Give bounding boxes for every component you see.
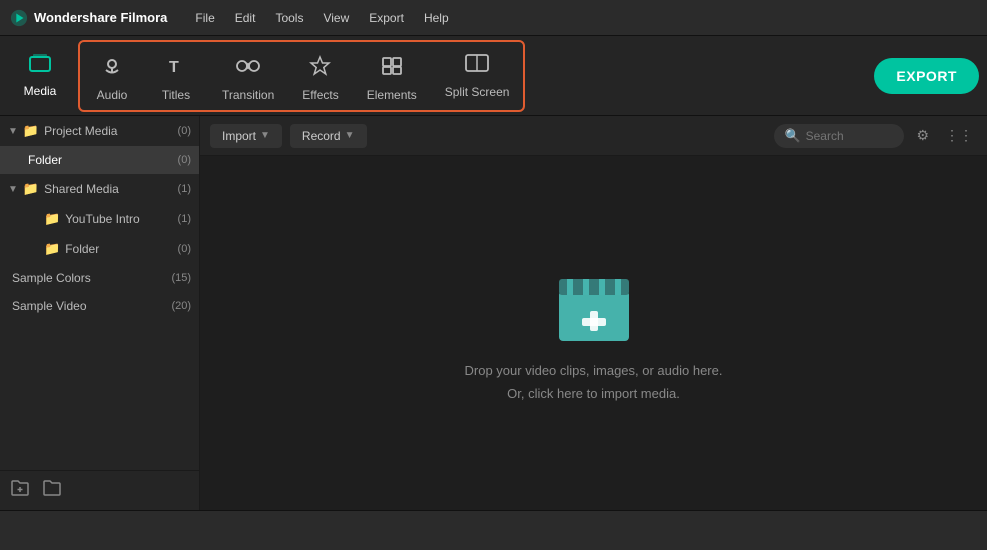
chevron-down-icon: ▼ bbox=[8, 126, 18, 137]
sidebar-item-sample-video[interactable]: Sample Video (20) bbox=[0, 292, 199, 320]
folder-icon-2: 📁 bbox=[23, 181, 39, 197]
sidebar-item-shared-media[interactable]: ▼ 📁 Shared Media (1) bbox=[0, 174, 199, 204]
svg-text:T: T bbox=[169, 59, 179, 76]
split-screen-icon bbox=[464, 52, 490, 80]
filter-icon[interactable]: ⚙ bbox=[912, 125, 933, 146]
sidebar-item-folder[interactable]: Folder (0) bbox=[0, 146, 199, 174]
record-button[interactable]: Record ▼ bbox=[290, 124, 367, 148]
toolbar: Media Audio T Titles bbox=[0, 36, 987, 116]
folder-icon: 📁 bbox=[23, 123, 39, 139]
grid-view-icon[interactable]: ⋮⋮ bbox=[941, 125, 977, 146]
effects-icon bbox=[309, 55, 331, 83]
sidebar-item-youtube-intro[interactable]: 📁 YouTube Intro (1) bbox=[0, 204, 199, 234]
import-button[interactable]: Import ▼ bbox=[210, 124, 282, 148]
menu-file[interactable]: File bbox=[187, 7, 222, 29]
sidebar-item-sample-colors[interactable]: Sample Colors (15) bbox=[0, 264, 199, 292]
toolbar-audio[interactable]: Audio bbox=[80, 42, 144, 110]
transition-icon bbox=[236, 55, 260, 83]
menu-tools[interactable]: Tools bbox=[267, 7, 311, 29]
elements-icon bbox=[380, 55, 404, 83]
search-icon: 🔍 bbox=[784, 128, 800, 144]
search-box[interactable]: 🔍 bbox=[774, 124, 904, 148]
export-button[interactable]: EXPORT bbox=[874, 58, 979, 94]
audio-icon bbox=[101, 55, 123, 83]
sidebar-item-folder2[interactable]: 📁 Folder (0) bbox=[0, 234, 199, 264]
menu-bar: File Edit Tools View Export Help bbox=[187, 7, 456, 29]
folder-icon-3: 📁 bbox=[44, 211, 60, 227]
content-toolbar: Import ▼ Record ▼ 🔍 ⚙ ⋮⋮ bbox=[200, 116, 987, 156]
menu-help[interactable]: Help bbox=[416, 7, 457, 29]
toolbar-media[interactable]: Media bbox=[8, 45, 72, 106]
toolbar-transition[interactable]: Transition bbox=[208, 42, 288, 110]
toolbar-bordered-group: Audio T Titles Transition bbox=[78, 40, 525, 112]
bottom-bar bbox=[0, 510, 987, 550]
main-area: ▼ 📁 Project Media (0) Folder (0) ▼ 📁 Sha… bbox=[0, 116, 987, 510]
chevron-down-icon-2: ▼ bbox=[8, 184, 18, 195]
drop-zone[interactable]: Drop your video clips, images, or audio … bbox=[200, 156, 987, 510]
drop-zone-text: Drop your video clips, images, or audio … bbox=[465, 360, 723, 404]
sidebar-item-project-media[interactable]: ▼ 📁 Project Media (0) bbox=[0, 116, 199, 146]
sidebar: ▼ 📁 Project Media (0) Folder (0) ▼ 📁 Sha… bbox=[0, 116, 200, 510]
content-panel: Import ▼ Record ▼ 🔍 ⚙ ⋮⋮ bbox=[200, 116, 987, 510]
new-folder-icon[interactable] bbox=[42, 479, 62, 502]
collapse-sidebar-button[interactable]: ◀ bbox=[199, 301, 200, 325]
titles-icon: T bbox=[165, 55, 187, 83]
media-icon bbox=[28, 53, 52, 79]
clapper-icon bbox=[549, 261, 639, 346]
menu-view[interactable]: View bbox=[315, 7, 357, 29]
add-folder-icon[interactable] bbox=[10, 479, 30, 502]
folder-icon-4: 📁 bbox=[44, 241, 60, 257]
search-input[interactable] bbox=[806, 129, 896, 143]
app-logo: Wondershare Filmora bbox=[10, 9, 167, 27]
toolbar-split-screen[interactable]: Split Screen bbox=[431, 42, 524, 110]
title-bar: Wondershare Filmora File Edit Tools View… bbox=[0, 0, 987, 36]
toolbar-titles[interactable]: T Titles bbox=[144, 42, 208, 110]
toolbar-effects[interactable]: Effects bbox=[288, 42, 352, 110]
record-dropdown-icon[interactable]: ▼ bbox=[345, 130, 355, 141]
sidebar-bottom-actions bbox=[0, 470, 199, 510]
import-dropdown-icon[interactable]: ▼ bbox=[260, 130, 270, 141]
menu-edit[interactable]: Edit bbox=[227, 7, 264, 29]
toolbar-elements[interactable]: Elements bbox=[353, 42, 431, 110]
menu-export[interactable]: Export bbox=[361, 7, 412, 29]
